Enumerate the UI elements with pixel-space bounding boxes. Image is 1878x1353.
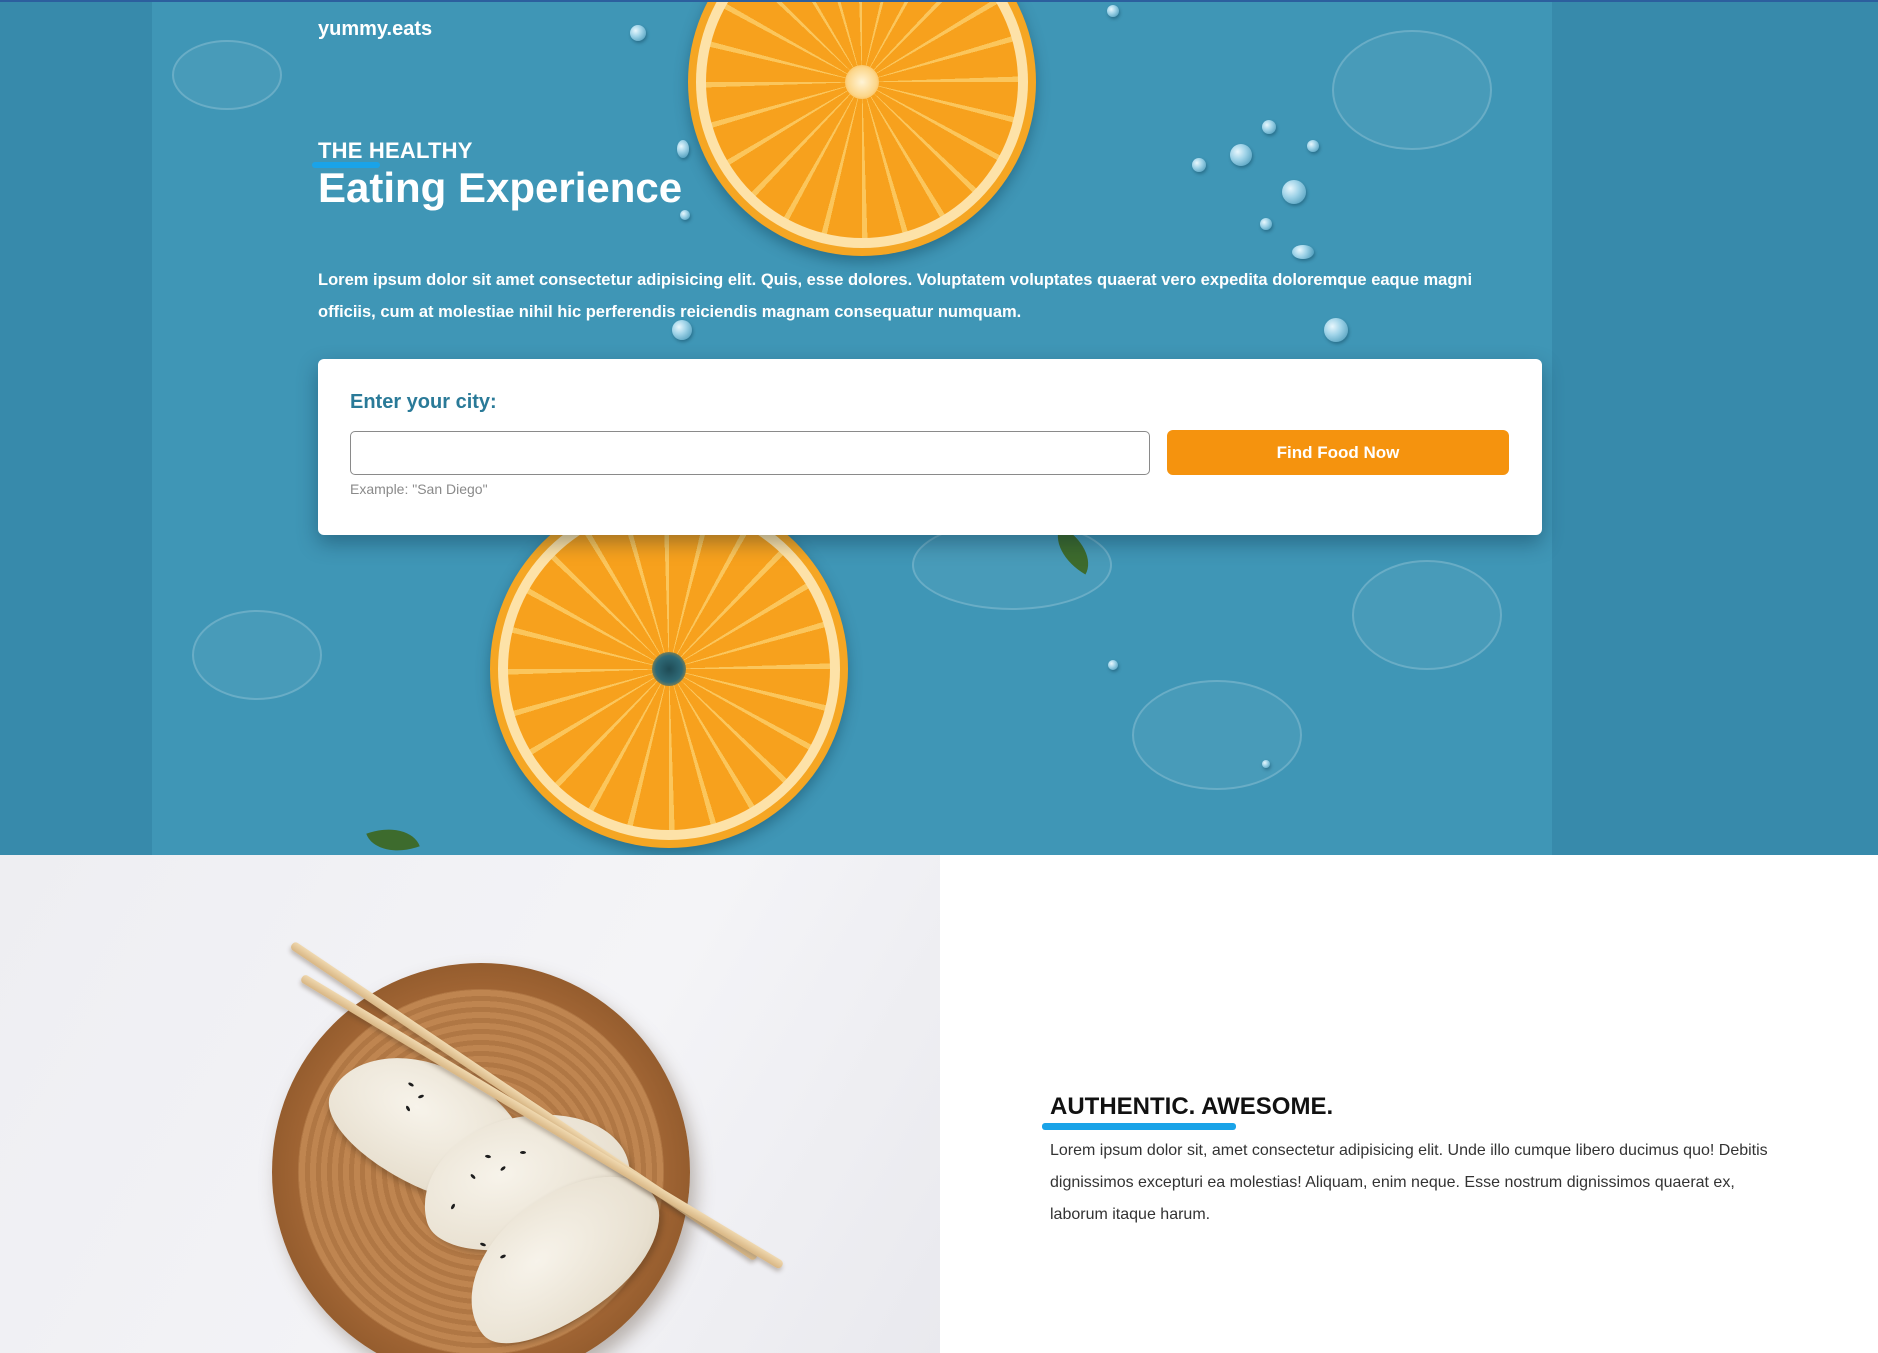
heading-underline-accent	[1042, 1123, 1236, 1130]
water-droplet	[630, 25, 646, 41]
hero-background-edge	[0, 0, 152, 855]
feature-heading: AUTHENTIC. AWESOME.	[1050, 1093, 1334, 1120]
water-puddle	[1352, 560, 1502, 670]
mint-leaf	[366, 818, 420, 855]
water-droplet	[1108, 660, 1118, 670]
water-droplet	[1230, 144, 1252, 166]
city-input-example: Example: "San Diego"	[350, 481, 488, 497]
water-puddle	[172, 40, 282, 110]
water-puddle	[192, 610, 322, 700]
water-droplet	[1262, 120, 1276, 134]
hero-section: yummy.eats THE HEALTHY Eating Experience…	[0, 0, 1878, 855]
hero-background-edge	[1552, 0, 1878, 855]
city-search-label: Enter your city:	[350, 391, 497, 413]
water-droplet	[1292, 245, 1314, 259]
orange-slice-image	[490, 490, 848, 848]
city-input[interactable]	[350, 431, 1150, 475]
dumplings-photo	[0, 855, 940, 1353]
water-puddle	[1332, 30, 1492, 150]
hero-description: Lorem ipsum dolor sit amet consectetur a…	[318, 271, 1473, 321]
feature-text-block: AUTHENTIC. AWESOME. Lorem ipsum dolor si…	[1042, 1093, 1790, 1231]
find-food-button[interactable]: Find Food Now	[1167, 430, 1509, 475]
site-logo[interactable]: yummy.eats	[318, 18, 432, 41]
top-border	[0, 0, 1878, 2]
water-droplet	[677, 140, 689, 158]
water-droplet	[1260, 218, 1272, 230]
water-droplet	[1307, 140, 1319, 152]
water-droplet	[1192, 158, 1206, 172]
city-search-card: Enter your city: Example: "San Diego" Fi…	[318, 359, 1542, 535]
sesame-seed	[520, 1151, 526, 1154]
hero-title: Eating Experience	[318, 164, 683, 211]
hero-kicker: THE HEALTHY	[312, 138, 473, 168]
water-droplet	[1107, 5, 1119, 17]
water-puddle	[1132, 680, 1302, 790]
water-droplet	[1282, 180, 1306, 204]
feature-body: Lorem ipsum dolor sit, amet consectetur …	[1050, 1142, 1768, 1223]
hero-kicker-text: THE HEALTHY	[318, 138, 473, 163]
feature-section: AUTHENTIC. AWESOME. Lorem ipsum dolor si…	[0, 855, 1878, 1353]
water-droplet	[1262, 760, 1270, 768]
